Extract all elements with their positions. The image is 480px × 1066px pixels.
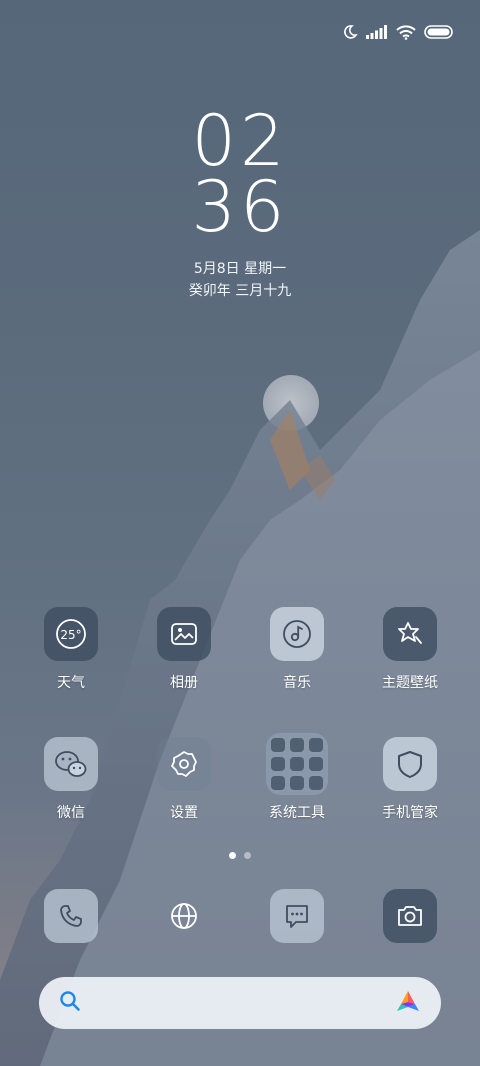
clock-hours: 02 <box>191 100 289 182</box>
app-label: 设置 <box>170 805 198 821</box>
page-indicator <box>0 852 480 859</box>
battery-icon <box>424 25 454 39</box>
app-label: 相册 <box>170 675 198 691</box>
app-weather[interactable]: 25° 天气 <box>19 607 123 692</box>
clock-widget[interactable]: 02 36 5月8日 星期一 癸卯年 三月十九 <box>0 100 480 302</box>
camera-icon <box>383 889 437 943</box>
lunar-date-text: 癸卯年 三月十九 <box>188 283 292 299</box>
app-music[interactable]: 音乐 <box>245 607 349 692</box>
messages-icon <box>270 889 324 943</box>
search-bar[interactable] <box>39 977 441 1029</box>
app-themes[interactable]: 主题壁纸 <box>358 607 462 692</box>
app-security[interactable]: 手机管家 <box>358 737 462 822</box>
dock-messages[interactable] <box>245 889 349 943</box>
search-icon[interactable] <box>59 990 81 1016</box>
wechat-icon <box>44 737 98 791</box>
app-label: 天气 <box>57 675 85 691</box>
settings-icon <box>157 737 211 791</box>
date-text: 5月8日 星期一 <box>193 261 287 277</box>
app-label: 主题壁纸 <box>382 675 438 691</box>
weather-icon: 25° <box>44 607 98 661</box>
app-label: 手机管家 <box>382 805 438 821</box>
status-bar <box>342 18 454 46</box>
app-gallery[interactable]: 相册 <box>132 607 236 692</box>
page-dot <box>244 852 251 859</box>
signal-icon <box>366 25 388 39</box>
clock-minutes: 36 <box>191 166 289 248</box>
browser-icon <box>157 889 211 943</box>
app-wechat[interactable]: 微信 <box>19 737 123 822</box>
assistant-logo-icon[interactable] <box>395 989 421 1017</box>
page-dot <box>229 852 236 859</box>
dock-phone[interactable] <box>19 889 123 943</box>
folder-icon <box>266 733 328 795</box>
themes-icon <box>383 607 437 661</box>
music-icon <box>270 607 324 661</box>
wifi-icon <box>396 24 416 40</box>
app-settings[interactable]: 设置 <box>132 737 236 822</box>
dock-camera[interactable] <box>358 889 462 943</box>
moon-icon <box>342 24 358 40</box>
app-label: 音乐 <box>283 675 311 691</box>
app-folder-system-tools[interactable]: 系统工具 <box>245 733 349 822</box>
clock-time: 02 36 <box>0 100 480 248</box>
weather-temp: 25° <box>60 628 81 642</box>
phone-icon <box>44 889 98 943</box>
gallery-icon <box>157 607 211 661</box>
app-label: 微信 <box>57 805 85 821</box>
security-icon <box>383 737 437 791</box>
dock-browser[interactable] <box>132 889 236 943</box>
app-label: 系统工具 <box>269 805 325 821</box>
